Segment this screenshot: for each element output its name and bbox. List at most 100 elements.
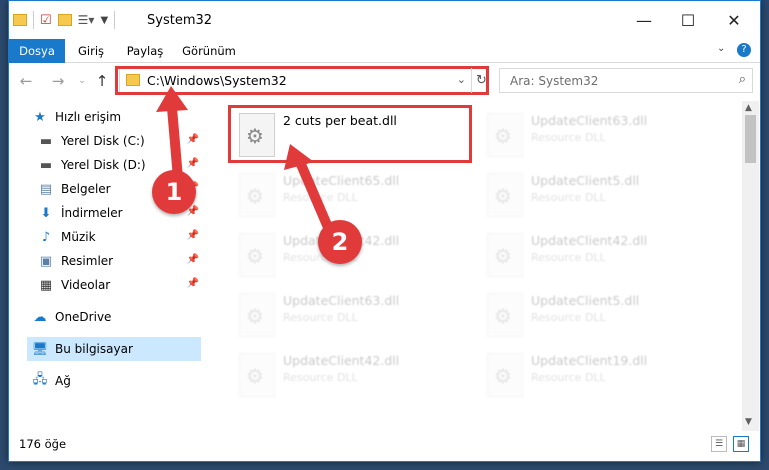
dll-file-icon [239,233,275,277]
download-icon: ⬇ [40,205,52,221]
ribbon-tabs: Dosya Giriş Paylaş Görünüm ⌄ ? [9,39,760,63]
minimize-button[interactable]: — [622,1,666,39]
sidebar-item-network[interactable]: 🖧 Ağ [31,369,225,393]
pictures-icon: ▣ [39,253,53,269]
sidebar-item-quick-access[interactable]: ★ Hızlı erişim [31,105,225,129]
dll-file-icon [487,173,523,217]
view-options-icon[interactable]: ☰▾ [78,13,95,27]
explorer-window: ☑ ☰▾ ▼ System32 — ☐ ✕ Dosya Giriş Paylaş… [8,0,761,462]
sidebar-item-label: Yerel Disk (D:) [61,158,146,172]
window-title: System32 [147,13,213,28]
network-icon: 🖧 [32,372,48,387]
file-type: Resource DLL [531,311,606,324]
maximize-button[interactable]: ☐ [666,1,710,39]
dll-file-icon [487,113,523,157]
cloud-icon: ☁ [33,309,47,325]
sidebar-item-label: Hızlı erişim [55,110,122,124]
tab-share[interactable]: Paylaş [117,39,173,63]
file-name: UpdateClient42.dll [283,353,400,368]
sidebar-item-label: Müzik [61,230,96,244]
details-view-icon[interactable]: ☰ [711,436,727,452]
file-name: UpdateClient42.dll [531,233,648,248]
vertical-scrollbar[interactable]: ▲ ▼ [742,101,759,431]
list-item[interactable]: UpdateClient19.dll Resource DLL [479,347,709,403]
computer-icon: 🖥 [31,341,49,357]
tiles-view-icon[interactable]: ▦ [733,436,749,452]
item-count: 176 öğe [19,437,67,451]
customize-qat-icon[interactable]: ▼ [100,15,108,26]
scroll-up-icon[interactable]: ▲ [745,103,752,113]
tab-home[interactable]: Giriş [65,39,117,63]
list-item[interactable]: UpdateClient65.dll Resource DLL [231,167,461,223]
tab-file[interactable]: Dosya [9,39,65,63]
dll-file-icon [239,293,275,337]
sidebar-item-onedrive[interactable]: ☁ OneDrive [31,305,225,329]
sidebar-item-videos[interactable]: ▦ Videolar 📌 [37,273,203,297]
list-item[interactable]: UpdateClient42.dll Resource DLL [231,347,461,403]
sidebar-item-label: Videolar [61,278,111,292]
scroll-down-icon[interactable]: ▼ [745,417,752,427]
help-icon[interactable]: ? [737,43,751,57]
file-name: UpdateClient63.dll [283,293,400,308]
divider [33,11,34,29]
folder-icon[interactable] [13,14,27,26]
file-type: Resource DLL [283,191,358,204]
file-name: UpdateClient63.dll [531,113,648,128]
scrollbar-thumb[interactable] [745,115,756,163]
sidebar-item-label: Ağ [55,374,71,388]
list-item[interactable]: UpdateClient63.dll Resource DLL [479,107,709,163]
documents-icon: ▤ [39,181,53,197]
drive-icon: ▬ [39,133,53,149]
pin-icon: 📌 [186,158,199,169]
tab-view[interactable]: Görünüm [173,39,245,63]
properties-icon[interactable]: ☑ [40,13,52,28]
title-bar: ☑ ☰▾ ▼ System32 — ☐ ✕ [9,1,760,39]
file-name: UpdateClient19.dll [531,353,648,368]
list-item[interactable]: UpdateClient5.dll Resource DLL [479,167,709,223]
refresh-icon[interactable]: ↻ [471,68,491,93]
file-type: Resource DLL [283,371,358,384]
address-highlight-frame [115,66,489,95]
file-type: Resource DLL [531,191,606,204]
pin-icon: 📌 [186,278,199,289]
sidebar-item-disk-c[interactable]: ▬ Yerel Disk (C:) 📌 [37,129,203,153]
file-type: Resource DLL [531,371,606,384]
file-type: Resource DLL [531,251,606,264]
status-bar: 176 öğe ☰ ▦ [9,433,760,461]
sidebar-item-label: İndirmeler [61,206,123,220]
up-arrow-icon[interactable]: ↑ [91,70,113,92]
close-button[interactable]: ✕ [712,1,756,39]
new-folder-icon[interactable] [57,14,72,26]
dll-file-icon [239,173,275,217]
star-icon: ★ [34,109,46,125]
pin-icon: 📌 [186,230,199,241]
videos-icon: ▦ [39,277,53,293]
divider [114,11,116,29]
sidebar-item-label: OneDrive [55,310,112,324]
sidebar-item-this-pc[interactable]: 🖥 Bu bilgisayar [27,337,201,361]
list-item[interactable]: UpdateClient5.dll Resource DLL [479,287,709,343]
forward-arrow-icon[interactable]: → [47,70,69,92]
search-icon[interactable]: ⌕ [739,72,746,87]
pin-icon: 📌 [186,134,199,145]
sidebar-item-pictures[interactable]: ▣ Resimler 📌 [37,249,203,273]
pin-icon: 📌 [186,254,199,265]
sidebar-item-label: Resimler [61,254,114,268]
music-icon: ♪ [41,229,51,245]
step-1-badge: 1 [152,170,196,214]
step-2-badge: 2 [318,220,362,264]
dll-file-icon [487,353,523,397]
file-name: UpdateClient5.dll [531,293,640,308]
list-item[interactable]: UpdateClient42.dll Resource DLL [479,227,709,283]
search-input[interactable]: Ara: System32 ⌕ [499,68,753,93]
expand-ribbon-icon[interactable]: ⌄ [717,43,725,54]
file-name: UpdateClient65.dll [283,173,400,188]
recent-locations-icon[interactable]: ⌄ [71,70,93,92]
navigation-pane: ★ Hızlı erişim ▬ Yerel Disk (C:) 📌 ▬ Yer… [9,101,205,423]
sidebar-item-label: Bu bilgisayar [55,342,133,356]
quick-access-toolbar: ☑ ☰▾ ▼ [13,11,116,29]
back-arrow-icon[interactable]: ← [15,70,37,92]
file-list: 2 cuts per beat.dll UpdateClient63.dll R… [209,101,739,423]
list-item[interactable]: UpdateClient63.dll Resource DLL [231,287,461,343]
sidebar-item-music[interactable]: ♪ Müzik 📌 [37,225,203,249]
